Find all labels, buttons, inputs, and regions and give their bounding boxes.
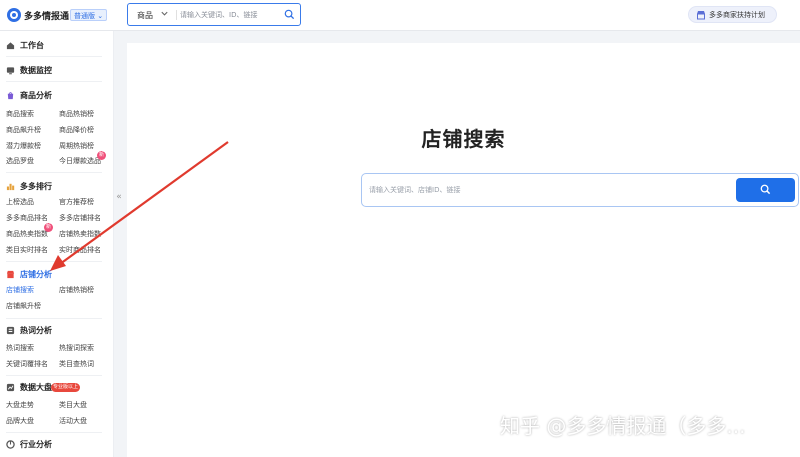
sidebar-item-category-hotword[interactable]: 类目查热词 [59,359,94,369]
sidebar-item-compass[interactable]: 选品罗盘 [6,156,34,166]
nav-monitor-label: 数据监控 [20,66,52,75]
chevron-down-icon[interactable] [160,9,169,18]
sidebar-item-product-rank[interactable]: 多多商品排名 [6,213,48,223]
sidebar-item-potential[interactable]: 潜力爆款榜 [6,141,41,151]
dashboard-icon [6,383,15,392]
logo-icon[interactable] [7,8,21,22]
sidebar-item-hotword-search[interactable]: 热词搜索 [6,343,34,353]
industry-icon [6,440,15,449]
sidebar-item-official[interactable]: 官方推荐榜 [59,197,94,207]
sidebar-item-activity-market[interactable]: 活动大盘 [59,416,87,426]
sidebar-item-product-index[interactable]: 商品热卖指数 [6,229,48,239]
sidebar-item-product-hot[interactable]: 商品热销榜 [59,109,94,119]
shop-icon [6,270,15,279]
app-window: 多多情报通 普通版 ⌄ 商品 多多商家扶持计划 工作台 数据监控 商品 [0,0,800,457]
nav-ranking-label: 多多排行 [20,182,52,191]
ranking-icon [6,183,15,191]
shop-search-input[interactable] [369,183,729,197]
sidebar-item-product-price-drop[interactable]: 商品降价榜 [59,125,94,135]
sidebar-item-product-rising[interactable]: 商品飙升榜 [6,125,41,135]
sidebar-item-category-realtime[interactable]: 类目实时排名 [6,245,48,255]
home-icon [6,42,15,50]
store-icon [697,11,705,20]
sidebar-item-listed[interactable]: 上榜选品 [6,197,34,207]
nav-hotword-label: 热词分析 [20,326,52,335]
divider [6,375,102,376]
hotword-icon [6,326,15,335]
top-header: 多多情报通 普通版 ⌄ 商品 多多商家扶持计划 [0,0,800,31]
main-panel: 店铺搜索 [127,43,800,457]
search-icon [760,184,771,195]
monitor-icon [6,67,15,75]
search-category-select[interactable]: 商品 [137,10,153,21]
sidebar-item-cycle-hot[interactable]: 周期热销榜 [59,141,94,151]
sidebar-item-keyword-rank[interactable]: 关键词覆排名 [6,359,48,369]
sidebar-item-shop-rising[interactable]: 店铺飙升榜 [6,301,41,311]
nav-shop-analysis-label: 店铺分析 [20,270,52,279]
sidebar: 工作台 数据监控 商品分析 商品搜索 商品热销榜 商品飙升榜 商品降价榜 潜力爆… [0,31,114,457]
shop-search-box [361,173,799,207]
sidebar-item-shop-rank[interactable]: 多多店铺排名 [59,213,101,223]
new-badge: 新 [97,151,106,160]
sidebar-item-category-market[interactable]: 类目大盘 [59,400,87,410]
shop-search-button[interactable] [736,178,795,202]
nav-dashboard-label: 数据大盘 [20,383,52,392]
nav-workbench-label: 工作台 [20,41,44,50]
sidebar-item-brand-market[interactable]: 品牌大盘 [6,416,34,426]
product-icon [7,92,14,100]
divider [6,318,102,319]
brand-name[interactable]: 多多情报通 [24,9,69,22]
divider [6,81,102,82]
divider [6,261,102,262]
sidebar-item-product-search[interactable]: 商品搜索 [6,109,34,119]
edition-label: 普通版 [74,12,95,20]
sidebar-item-shop-index[interactable]: 店铺热卖指数 [59,229,101,239]
sidebar-item-today-hot[interactable]: 今日爆款选品 [59,156,101,166]
global-search-box: 商品 [127,3,301,26]
sidebar-item-hotword-explore[interactable]: 热搜词探索 [59,343,94,353]
nav-product-analysis-label: 商品分析 [20,91,52,100]
divider [6,432,102,433]
edition-selector[interactable]: 普通版 ⌄ [70,9,108,21]
nav-industry-label: 行业分析 [20,440,52,449]
merchant-plan-button[interactable]: 多多商家扶持计划 [688,6,777,23]
divider [6,56,102,57]
sidebar-item-market-trend[interactable]: 大盘走势 [6,400,34,410]
search-divider [176,10,177,20]
new-badge: 新 [44,223,53,232]
watermark: 知乎 @多多情报通（多多... [500,414,746,438]
divider [6,172,102,173]
sidebar-item-shop-search[interactable]: 店铺搜索 [6,285,34,295]
merchant-plan-label: 多多商家扶持计划 [709,11,765,19]
global-search-input[interactable] [180,8,280,22]
pro-badge: 专业版以上 [51,383,81,392]
page-title: 店铺搜索 [421,127,506,151]
sidebar-item-product-realtime[interactable]: 实时商品排名 [59,245,101,255]
sidebar-collapse-button[interactable]: « [114,185,124,209]
sidebar-item-shop-hot[interactable]: 店铺热销榜 [59,285,94,295]
search-icon[interactable] [284,9,295,20]
